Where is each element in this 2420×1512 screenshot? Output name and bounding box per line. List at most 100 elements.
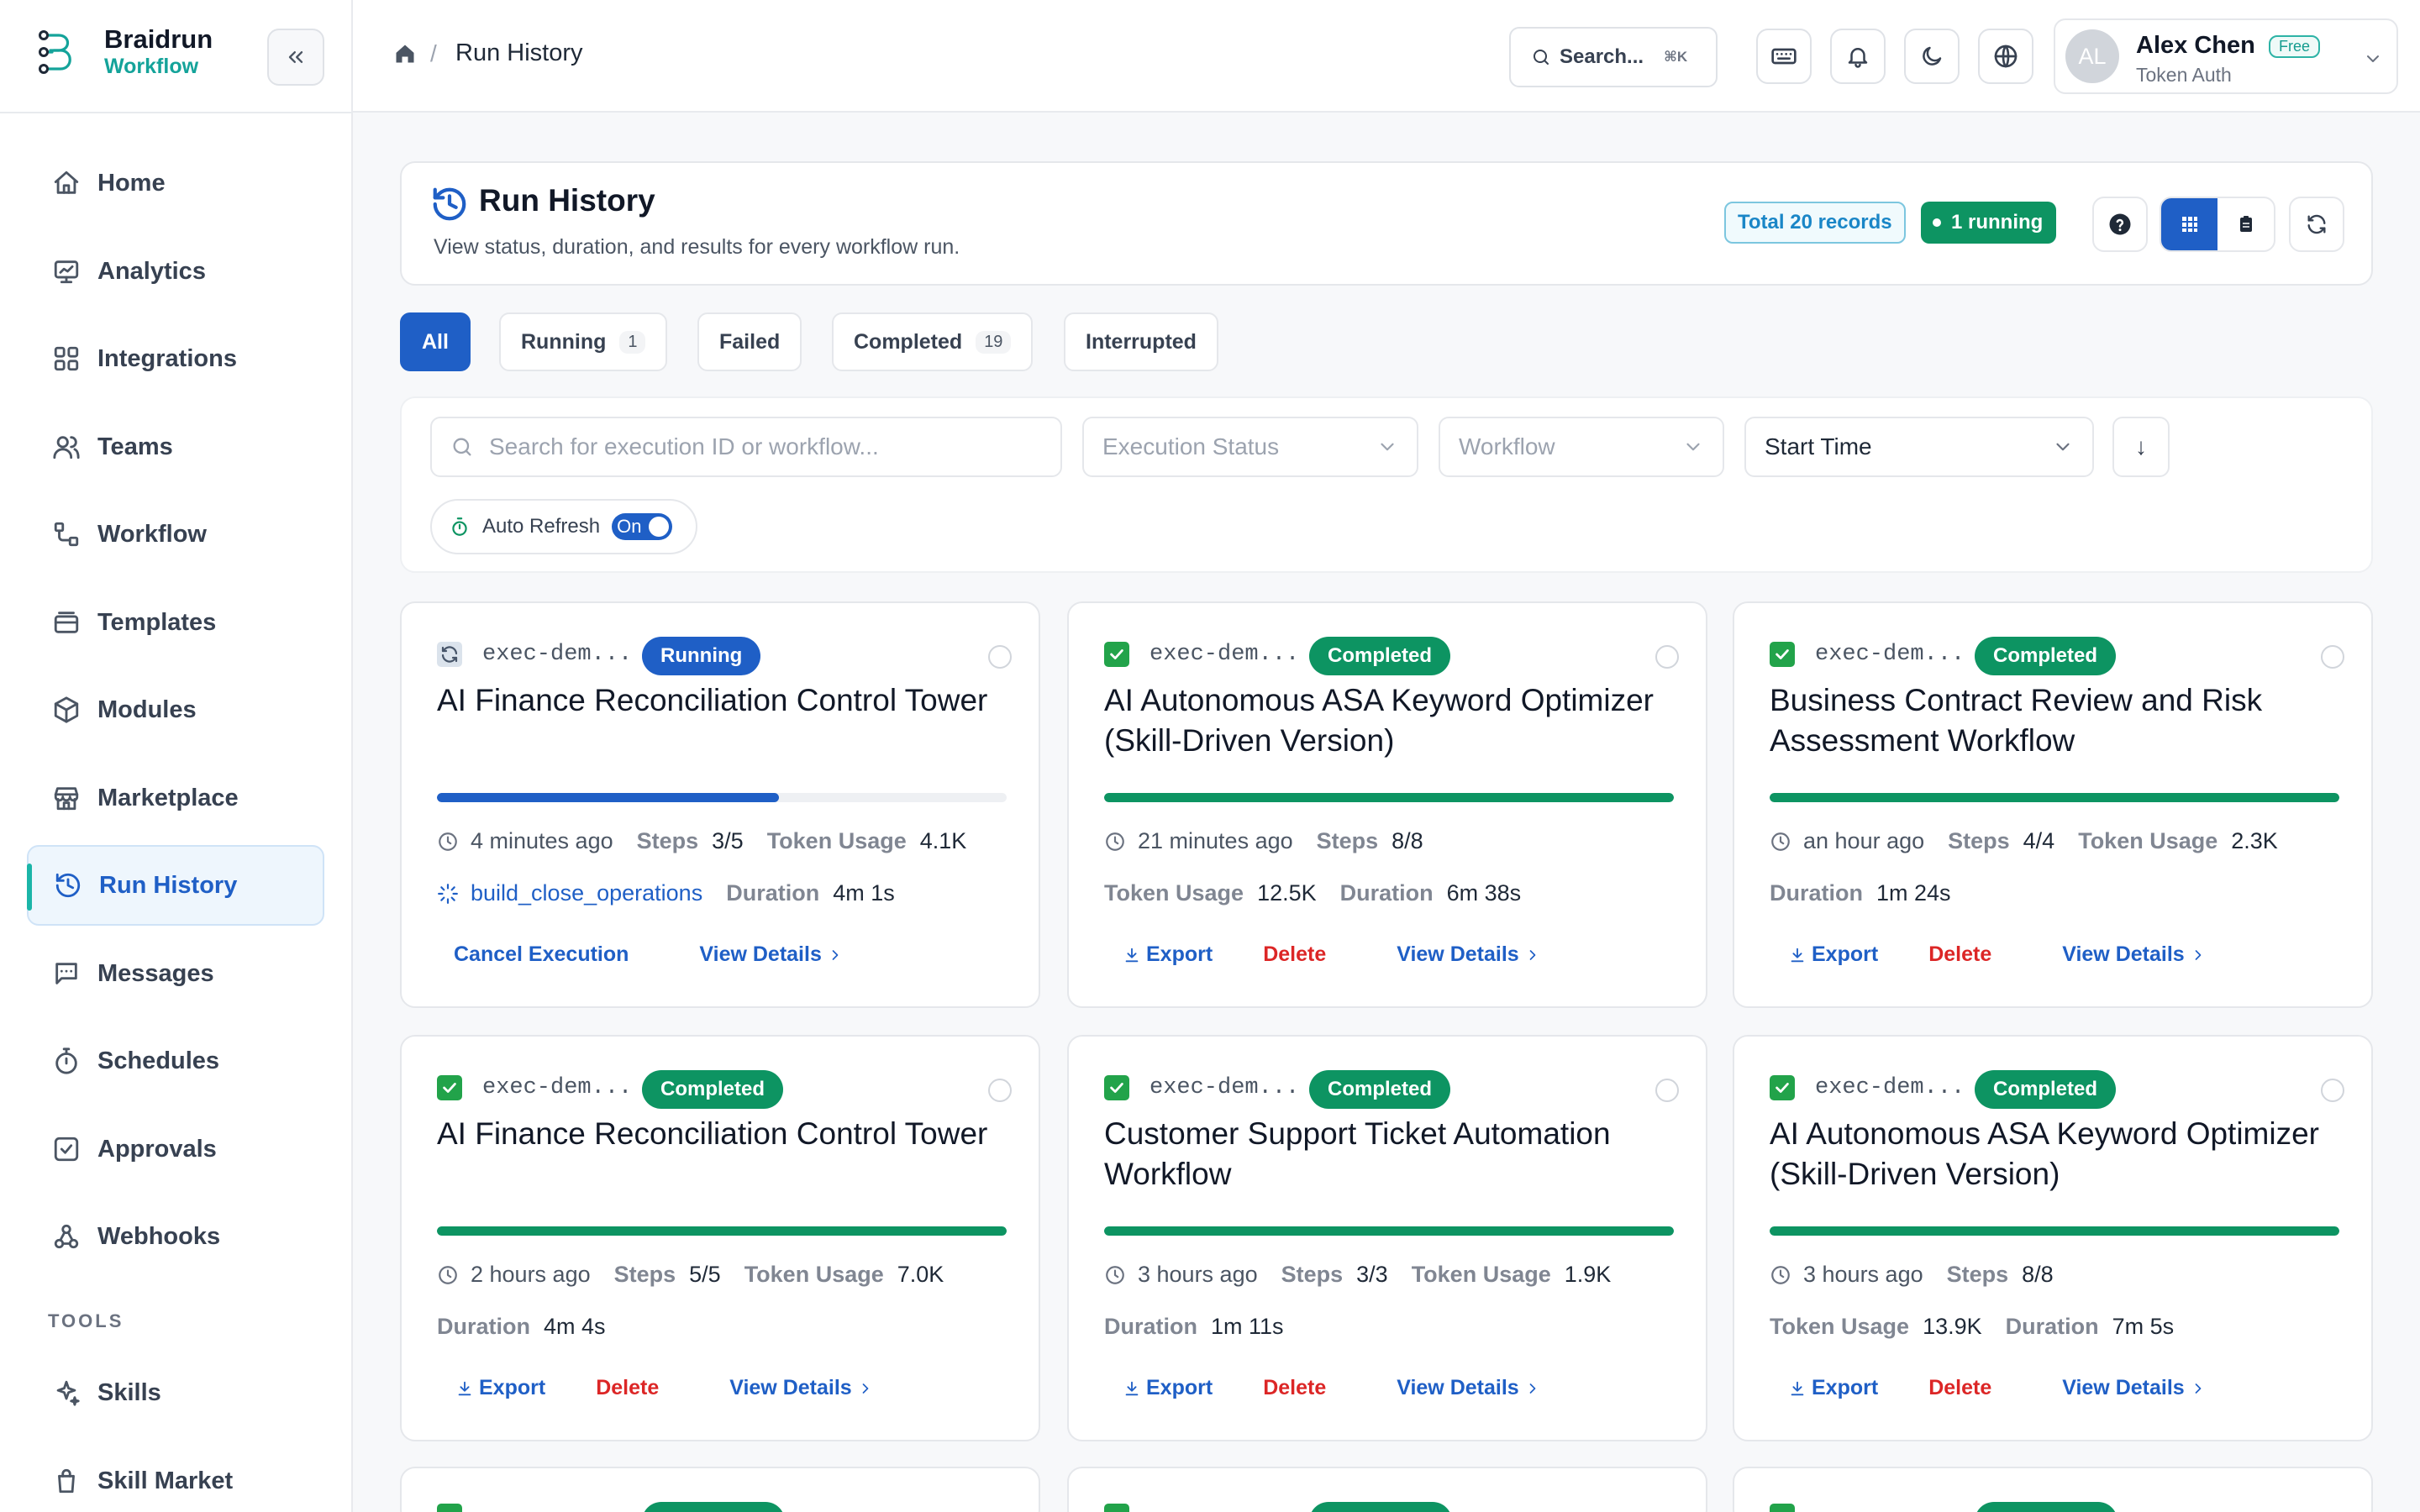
export-button[interactable]: Export (1788, 942, 1878, 967)
execution-id[interactable]: exec-dem... (482, 642, 632, 667)
auto-refresh-toggle[interactable]: On (612, 513, 673, 540)
sidebar-item-webhooks[interactable]: Webhooks (27, 1196, 324, 1277)
card-actions: Export Delete View Details (1123, 1376, 1541, 1400)
execution-id[interactable]: exec-dem... (1815, 1075, 1965, 1100)
run-card-partial[interactable] (400, 1467, 1040, 1512)
tab-completed[interactable]: Completed 19 (832, 312, 1034, 371)
sidebar-item-label: Templates (97, 608, 217, 636)
export-button[interactable]: Export (1123, 942, 1213, 967)
workflow-title: AI Autonomous ASA Keyword Optimizer (Ski… (1104, 683, 1654, 758)
select-radio[interactable] (988, 645, 1012, 669)
run-meta-row: an hour ago Steps 4/4 Token Usage 2.3K (1770, 828, 2278, 854)
run-card[interactable]: exec-dem... Completed Business Contract Re… (1733, 601, 2373, 1008)
running-count-badge: 1 running (1921, 202, 2057, 244)
delete-button[interactable]: Delete (1928, 942, 1991, 967)
tab-all[interactable]: All (400, 312, 471, 371)
schedules-icon (52, 1047, 81, 1075)
workflow-title: AI Autonomous ASA Keyword Optimizer (Ski… (1770, 1116, 2319, 1191)
sidebar-item-teams[interactable]: Teams (27, 407, 324, 487)
select-radio[interactable] (2321, 1079, 2344, 1102)
sidebar-item-label: Run History (99, 871, 238, 899)
clock-icon (1770, 831, 1791, 853)
auto-refresh-label: Auto Refresh (482, 515, 601, 538)
grid-view-button[interactable] (2161, 198, 2217, 250)
run-card-partial[interactable] (1733, 1467, 2373, 1512)
current-node[interactable]: build_close_operations (471, 880, 702, 906)
list-view-button[interactable] (2217, 198, 2274, 250)
execution-id[interactable]: exec-dem... (1815, 642, 1965, 667)
started-time: 3 hours ago (1138, 1262, 1258, 1287)
sidebar-item-skill-market[interactable]: Skill Market (27, 1441, 324, 1512)
run-card[interactable]: exec-dem... Completed AI Finance Reconcili… (400, 1035, 1040, 1441)
refresh-button[interactable] (2289, 197, 2344, 252)
view-details-button[interactable]: View Details (1397, 1376, 1540, 1400)
language-button[interactable] (1978, 29, 2033, 84)
view-details-button[interactable]: View Details (729, 1376, 873, 1400)
tools-section-label: TOOLS (48, 1310, 124, 1331)
export-button[interactable]: Export (1123, 1376, 1213, 1400)
run-card-partial[interactable] (1067, 1467, 1707, 1512)
delete-button[interactable]: Delete (596, 1376, 659, 1400)
sidebar-item-templates[interactable]: Templates (27, 582, 324, 663)
cancel-execution-button[interactable]: Cancel Execution (454, 942, 629, 967)
select-radio[interactable] (2321, 645, 2344, 669)
notifications-button[interactable] (1830, 29, 1886, 84)
sidebar-item-run-history[interactable]: Run History (27, 845, 324, 926)
view-details-button[interactable]: View Details (699, 942, 843, 967)
run-card[interactable]: exec-dem... Completed AI Autonomous ASA Ke… (1733, 1035, 2373, 1441)
help-button[interactable] (2092, 197, 2148, 252)
view-details-button[interactable]: View Details (2062, 942, 2206, 967)
toggle-knob (649, 517, 670, 537)
global-search-button[interactable]: Search... ⌘K (1509, 27, 1718, 87)
sidebar-item-integrations[interactable]: Integrations (27, 318, 324, 399)
view-details-button[interactable]: View Details (1397, 942, 1540, 967)
sort-field-select[interactable]: Start Time (1744, 417, 2094, 477)
sidebar-item-messages[interactable]: Messages (27, 933, 324, 1014)
workflow-icon (52, 520, 81, 549)
run-card[interactable]: exec-dem... Completed Customer Support Tic… (1067, 1035, 1707, 1441)
sidebar-item-label: Analytics (97, 257, 206, 285)
run-card[interactable]: exec-dem... Running AI Finance Reconciliat… (400, 601, 1040, 1008)
execution-id[interactable]: exec-dem... (1150, 642, 1299, 667)
export-button[interactable]: Export (1788, 1376, 1878, 1400)
delete-button[interactable]: Delete (1263, 1376, 1326, 1400)
view-details-button[interactable]: View Details (2062, 1376, 2206, 1400)
select-radio[interactable] (1655, 645, 1679, 669)
sidebar-item-approvals[interactable]: Approvals (27, 1109, 324, 1189)
duration-value: 7m 5s (2112, 1314, 2175, 1339)
run-history-header: Run History View status, duration, and r… (400, 161, 2373, 286)
sidebar-item-workflow[interactable]: Workflow (27, 494, 324, 575)
sidebar-item-analytics[interactable]: Analytics (27, 231, 324, 312)
plan-badge: Free (2269, 35, 2321, 58)
tab-interrupted[interactable]: Interrupted (1064, 312, 1218, 371)
workflow-select[interactable]: Workflow (1439, 417, 1724, 477)
export-button[interactable]: Export (455, 1376, 545, 1400)
user-menu[interactable]: AL Alex Chen Free Token Auth (2054, 18, 2398, 94)
tab-running[interactable]: Running 1 (499, 312, 668, 371)
delete-button[interactable]: Delete (1928, 1376, 1991, 1400)
token-usage-value: 1.9K (1564, 1262, 1612, 1287)
brand[interactable]: Braidrun Workflow (37, 25, 213, 79)
delete-button[interactable]: Delete (1263, 942, 1326, 967)
sidebar-item-marketplace[interactable]: Marketplace (27, 758, 324, 838)
sidebar-item-schedules[interactable]: Schedules (27, 1021, 324, 1101)
sidebar-item-home[interactable]: Home (27, 143, 324, 223)
run-card[interactable]: exec-dem... Completed AI Autonomous ASA Ke… (1067, 601, 1707, 1008)
breadcrumb-home-icon[interactable] (393, 42, 417, 66)
execution-id[interactable]: exec-dem... (482, 1075, 632, 1100)
execution-status-select[interactable]: Execution Status (1082, 417, 1418, 477)
select-radio[interactable] (988, 1079, 1012, 1102)
execution-search-input[interactable] (489, 433, 1027, 460)
tab-failed[interactable]: Failed (697, 312, 802, 371)
collapse-sidebar-button[interactable] (267, 29, 324, 86)
select-radio[interactable] (1655, 1079, 1679, 1102)
view-details-label: View Details (2062, 942, 2185, 966)
status-badge: Completed (1309, 637, 1451, 675)
theme-toggle-button[interactable] (1904, 29, 1960, 84)
sort-direction-button[interactable]: ↓ (2112, 417, 2170, 477)
execution-id[interactable]: exec-dem... (1150, 1075, 1299, 1100)
sidebar-item-skills[interactable]: Skills (27, 1352, 324, 1433)
sidebar-item-modules[interactable]: Modules (27, 669, 324, 750)
run-meta-row: Duration 4m 4s (437, 1314, 606, 1340)
keyboard-shortcuts-button[interactable] (1756, 29, 1812, 84)
